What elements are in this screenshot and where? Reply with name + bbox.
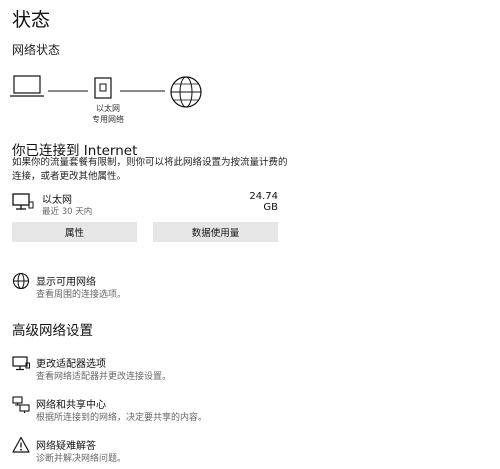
ethernet-data-used: 24.74 GB bbox=[249, 191, 278, 213]
sharing-center-icon bbox=[12, 396, 30, 413]
advanced-settings-heading: 高级网络设置 bbox=[12, 323, 93, 339]
change-adapter-options-link[interactable]: 更改适配器选项 查看网络适配器并更改连接设置。 bbox=[12, 352, 272, 382]
ethernet-name: 以太网 bbox=[42, 195, 72, 206]
adapter-label: 以太网 bbox=[96, 104, 120, 113]
ethernet-adapter-icon bbox=[12, 193, 34, 210]
ethernet-period: 最近 30 天内 bbox=[42, 207, 93, 217]
connection-description: 如果你的流量套餐有限制，则你可以将此网络设置为按流量计费的 连接，或者更改其他属… bbox=[12, 156, 302, 184]
ethernet-port-icon bbox=[94, 77, 112, 99]
network-sharing-center-link[interactable]: 网络和共享中心 根据所连接到的网络，决定要共享的内容。 bbox=[12, 393, 272, 423]
adapter-options-title: 更改适配器选项 bbox=[36, 359, 106, 370]
adapter-network-type: 专用网络 bbox=[92, 115, 124, 124]
available-networks-subtitle: 查看周围的连接选项。 bbox=[36, 290, 127, 300]
troubleshooter-subtitle: 诊断并解决网络问题。 bbox=[36, 454, 127, 464]
description-line1: 如果你的流量套餐有限制，则你可以将此网络设置为按流量计费的 bbox=[12, 157, 288, 168]
page-title: 状态 bbox=[12, 9, 51, 31]
warning-icon bbox=[12, 436, 30, 453]
adapter-icon bbox=[12, 356, 30, 371]
data-usage-button[interactable]: 数据使用量 bbox=[153, 222, 278, 242]
available-networks-title: 显示可用网络 bbox=[36, 277, 96, 288]
adapter-options-subtitle: 查看网络适配器并更改连接设置。 bbox=[36, 372, 172, 382]
network-troubleshooter-link[interactable]: 网络疑难解答 诊断并解决网络问题。 bbox=[12, 434, 272, 464]
properties-button[interactable]: 属性 bbox=[12, 222, 137, 242]
description-line2: 连接，或者更改其他属性。 bbox=[12, 171, 127, 182]
sharing-center-subtitle: 根据所连接到的网络，决定要共享的内容。 bbox=[36, 413, 208, 423]
available-networks-icon bbox=[12, 272, 30, 290]
troubleshooter-title: 网络疑难解答 bbox=[36, 441, 96, 452]
globe-icon bbox=[170, 76, 202, 108]
network-status-heading: 网络状态 bbox=[12, 43, 61, 57]
show-available-networks-link[interactable]: 显示可用网络 查看周围的连接选项。 bbox=[12, 270, 212, 300]
laptop-icon bbox=[10, 75, 44, 97]
sharing-center-title: 网络和共享中心 bbox=[36, 400, 106, 411]
